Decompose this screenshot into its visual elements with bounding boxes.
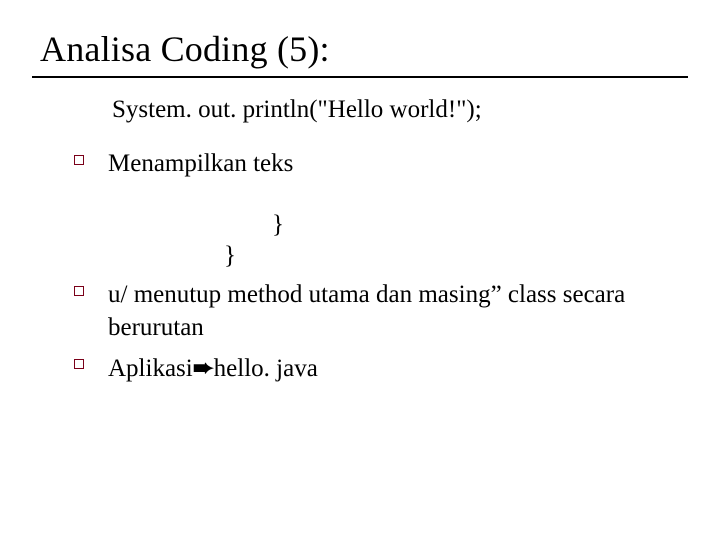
bullet-text-3-pre: Aplikasi: [108, 355, 193, 382]
slide: Analisa Coding (5): System. out. println…: [0, 0, 720, 540]
bullet-list: Menampilkan teks } } u/ menutup method u…: [72, 148, 680, 386]
bullet-item-3: Aplikasi➨hello. java: [72, 352, 680, 386]
code-line: System. out. println("Hello world!");: [112, 96, 680, 124]
title-underline: [32, 76, 688, 78]
closing-brace-outer: }: [224, 240, 680, 271]
bullet-text-1: Menampilkan teks: [108, 150, 293, 177]
slide-title: Analisa Coding (5):: [40, 28, 680, 70]
bullet-text-3-post: hello. java: [214, 355, 318, 382]
spacer: [108, 181, 680, 209]
arrow-icon: ➨: [193, 352, 214, 385]
closing-brace-inner: }: [272, 209, 680, 240]
bullet-item-1: Menampilkan teks } }: [72, 148, 680, 271]
brace-block: } }: [176, 209, 680, 272]
bullet-item-2: u/ menutup method utama dan masing” clas…: [72, 279, 680, 344]
bullet-text-2: u/ menutup method utama dan masing” clas…: [108, 281, 625, 341]
